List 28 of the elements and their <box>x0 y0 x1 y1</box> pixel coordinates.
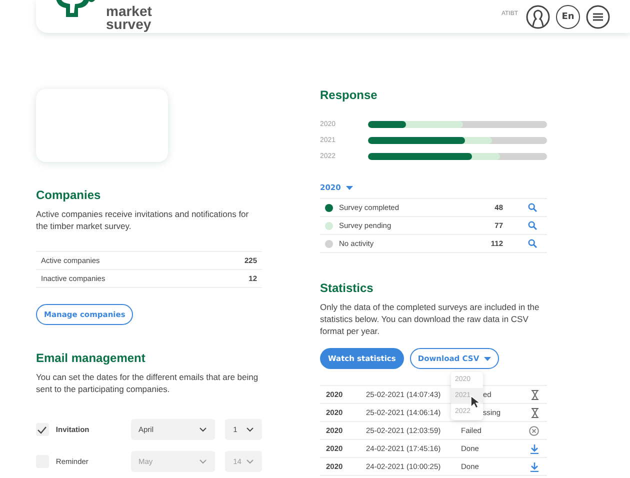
caret-icon <box>484 356 492 360</box>
download-icon[interactable] <box>530 462 539 472</box>
chevron-down-icon <box>246 459 254 464</box>
download-icon[interactable] <box>530 444 539 454</box>
search-icon[interactable] <box>528 239 537 248</box>
section-title: Email management <box>36 351 146 365</box>
language-button[interactable]: En <box>556 5 580 29</box>
chevron-down-icon <box>246 427 254 432</box>
hourglass-icon <box>531 408 539 418</box>
checkbox[interactable] <box>36 423 49 436</box>
chevron-down-icon <box>199 459 208 464</box>
logo-text: survey <box>106 18 152 31</box>
menu-icon[interactable] <box>586 5 610 29</box>
failed-icon <box>529 426 539 436</box>
section-title: Companies <box>36 188 102 202</box>
section-description: Active companies receive invitations and notifications for the timber market survey. <box>36 208 250 232</box>
section-description: You can set the dates for the different emails that are being sent to the participating companies. <box>36 371 260 395</box>
caret-icon <box>346 186 353 190</box>
hourglass-icon <box>531 390 539 400</box>
user-icon[interactable] <box>526 5 550 29</box>
search-icon[interactable] <box>528 221 537 230</box>
chevron-down-icon <box>199 427 208 432</box>
tree-logo-icon <box>56 0 96 17</box>
section-title: Response <box>320 88 378 102</box>
section-title: Statistics <box>320 281 374 295</box>
search-icon[interactable] <box>528 203 537 212</box>
logo-text: market <box>106 5 152 18</box>
section-description: Only the data of the completed surveys are included in the statistics below. You can download the raw data in CSV format per year. <box>320 301 540 337</box>
